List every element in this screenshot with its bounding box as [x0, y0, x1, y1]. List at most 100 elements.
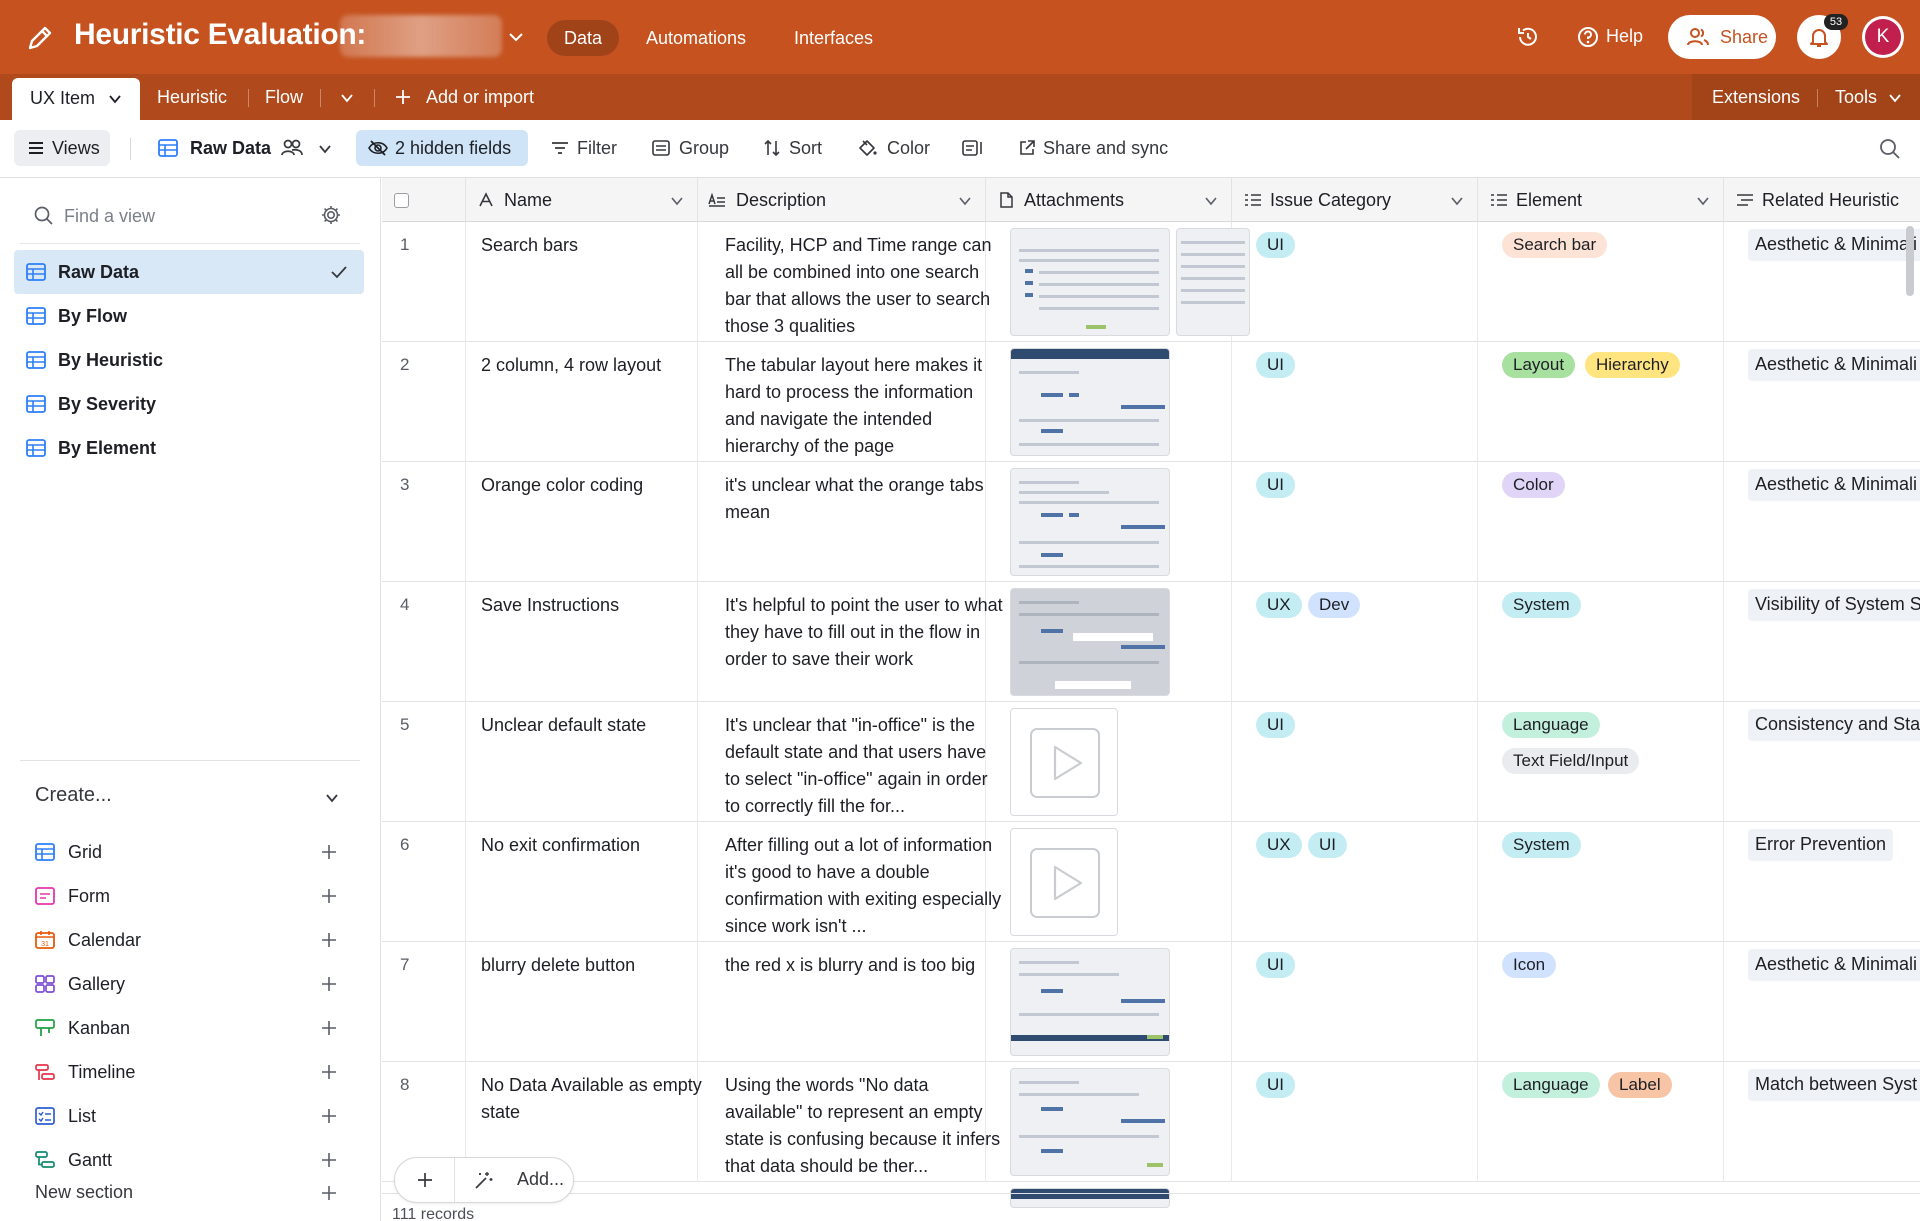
table-row[interactable]: 6 No exit confirmation After filling out…	[382, 822, 1920, 942]
create-gantt[interactable]: Gantt	[35, 1140, 345, 1180]
view-item-by-flow[interactable]: By Flow	[14, 294, 364, 338]
attachment-thumbnail[interactable]	[1010, 1188, 1170, 1208]
related-heuristic-chip[interactable]: Aesthetic & Minimali	[1748, 349, 1920, 381]
chevron-down-icon[interactable]	[1204, 194, 1218, 208]
help-icon[interactable]	[1575, 24, 1601, 50]
color-button[interactable]: Color	[857, 130, 930, 166]
attachment-thumbnail[interactable]	[1010, 948, 1170, 1056]
create-kanban[interactable]: Kanban	[35, 1008, 345, 1048]
tab-flow[interactable]: Flow	[265, 74, 303, 120]
pencil-icon[interactable]	[24, 22, 56, 54]
create-gallery[interactable]: Gallery	[35, 964, 345, 1004]
create-list[interactable]: List	[35, 1096, 345, 1136]
header-element[interactable]: Element	[1478, 178, 1724, 222]
video-attachment[interactable]	[1010, 828, 1118, 936]
chevron-down-icon[interactable]	[1696, 194, 1710, 208]
header-attachments[interactable]: Attachments	[986, 178, 1232, 222]
share-button[interactable]: Share	[1668, 15, 1776, 59]
plus-icon[interactable]	[321, 1152, 337, 1168]
table-row[interactable]: 7 blurry delete button the red x is blur…	[382, 942, 1920, 1062]
view-item-by-heuristic[interactable]: By Heuristic	[14, 338, 364, 382]
related-heuristic-chip[interactable]: Aesthetic & Minimali	[1748, 229, 1920, 261]
plus-icon[interactable]	[321, 1185, 337, 1201]
attachment-thumbnail[interactable]	[1176, 228, 1250, 336]
chevron-down-icon[interactable]	[1888, 91, 1902, 105]
add-record-button[interactable]	[395, 1158, 455, 1202]
related-heuristic-chip[interactable]: Match between Syst	[1748, 1069, 1920, 1101]
views-toggle-button[interactable]: Views	[14, 130, 110, 166]
header-issue-category[interactable]: Issue Category	[1232, 178, 1478, 222]
plus-icon[interactable]	[321, 1108, 337, 1124]
related-heuristic-chip[interactable]: Aesthetic & Minimali	[1748, 469, 1920, 501]
plus-icon[interactable]	[321, 976, 337, 992]
group-button[interactable]: Group	[652, 130, 729, 166]
chevron-down-icon[interactable]	[340, 91, 354, 105]
add-or-import-button[interactable]: Add or import	[426, 74, 534, 120]
nav-interfaces[interactable]: Interfaces	[777, 20, 890, 56]
table-row[interactable]	[382, 1182, 1920, 1208]
create-section-title[interactable]: Create...	[35, 784, 112, 807]
plus-icon[interactable]	[321, 888, 337, 904]
chevron-down-icon[interactable]	[108, 92, 122, 106]
chevron-down-icon[interactable]	[958, 194, 972, 208]
share-and-sync-button[interactable]: Share and sync	[1018, 130, 1168, 166]
header-related-heuristic[interactable]: Related Heuristic	[1724, 178, 1920, 222]
search-icon[interactable]	[1879, 138, 1901, 160]
select-all-checkbox[interactable]	[394, 193, 409, 208]
row-height-icon[interactable]	[962, 139, 984, 157]
gear-icon[interactable]	[320, 204, 342, 226]
plus-icon[interactable]	[321, 844, 337, 860]
table-row[interactable]: 5 Unclear default state It's unclear tha…	[382, 702, 1920, 822]
video-attachment[interactable]	[1010, 708, 1118, 816]
table-row[interactable]: 1 Search bars Facility, HCP and Time ran…	[382, 222, 1920, 342]
create-grid[interactable]: Grid	[35, 832, 345, 872]
help-link[interactable]: Help	[1606, 26, 1643, 47]
view-item-by-severity[interactable]: By Severity	[14, 382, 364, 426]
attachment-thumbnail[interactable]	[1010, 1068, 1170, 1176]
nav-automations[interactable]: Automations	[629, 20, 763, 56]
create-timeline[interactable]: Timeline	[35, 1052, 345, 1092]
chevron-down-icon[interactable]	[670, 194, 684, 208]
filter-button[interactable]: Filter	[551, 130, 617, 166]
plus-icon[interactable]	[321, 1020, 337, 1036]
extensions-button[interactable]: Extensions	[1712, 74, 1800, 120]
attachment-thumbnail[interactable]	[1010, 348, 1170, 456]
attachment-thumbnail[interactable]	[1010, 468, 1170, 576]
hidden-fields-button[interactable]: 2 hidden fields	[356, 130, 528, 166]
related-heuristic-chip[interactable]: Aesthetic & Minimali	[1748, 949, 1920, 981]
history-icon[interactable]	[1515, 24, 1541, 50]
create-calendar[interactable]: 31 Calendar	[35, 920, 345, 960]
current-view-selector[interactable]: Raw Data	[158, 130, 271, 166]
find-view-input[interactable]: Find a view	[34, 204, 155, 228]
table-row[interactable]: 8 No Data Available as empty state Using…	[382, 1062, 1920, 1182]
tab-ux-item[interactable]: UX Item	[12, 78, 140, 120]
new-section-button[interactable]: New section	[35, 1182, 133, 1203]
nav-data[interactable]: Data	[547, 20, 620, 56]
collaborators-icon[interactable]	[280, 138, 304, 158]
view-item-raw-data[interactable]: Raw Data	[14, 250, 364, 294]
related-heuristic-chip[interactable]: Error Prevention	[1748, 829, 1894, 861]
avatar[interactable]: K	[1862, 16, 1904, 58]
tools-button[interactable]: Tools	[1835, 74, 1877, 120]
chevron-down-icon[interactable]	[318, 142, 332, 156]
sort-button[interactable]: Sort	[763, 130, 822, 166]
view-item-by-element[interactable]: By Element	[14, 426, 364, 470]
plus-icon[interactable]	[321, 932, 337, 948]
chevron-down-icon[interactable]	[506, 27, 526, 47]
chevron-down-icon[interactable]	[1450, 194, 1464, 208]
tab-heuristic[interactable]: Heuristic	[157, 74, 227, 120]
header-name[interactable]: Name	[466, 178, 698, 222]
plus-icon[interactable]	[321, 1064, 337, 1080]
create-form[interactable]: Form	[35, 876, 345, 916]
table-row[interactable]: 4 Save Instructions It's helpful to poin…	[382, 582, 1920, 702]
plus-icon[interactable]	[394, 88, 412, 106]
vertical-scrollbar[interactable]	[1906, 226, 1914, 296]
chevron-down-icon[interactable]	[324, 790, 340, 806]
attachment-thumbnail[interactable]	[1010, 228, 1170, 336]
related-heuristic-chip[interactable]: Consistency and Sta	[1748, 709, 1920, 741]
header-description[interactable]: Description	[698, 178, 986, 222]
attachment-thumbnail[interactable]	[1010, 588, 1170, 696]
base-title[interactable]: Heuristic Evaluation:	[74, 18, 366, 52]
table-row[interactable]: 2 2 column, 4 row layout The tabular lay…	[382, 342, 1920, 462]
related-heuristic-chip[interactable]: Visibility of System S	[1748, 589, 1920, 621]
